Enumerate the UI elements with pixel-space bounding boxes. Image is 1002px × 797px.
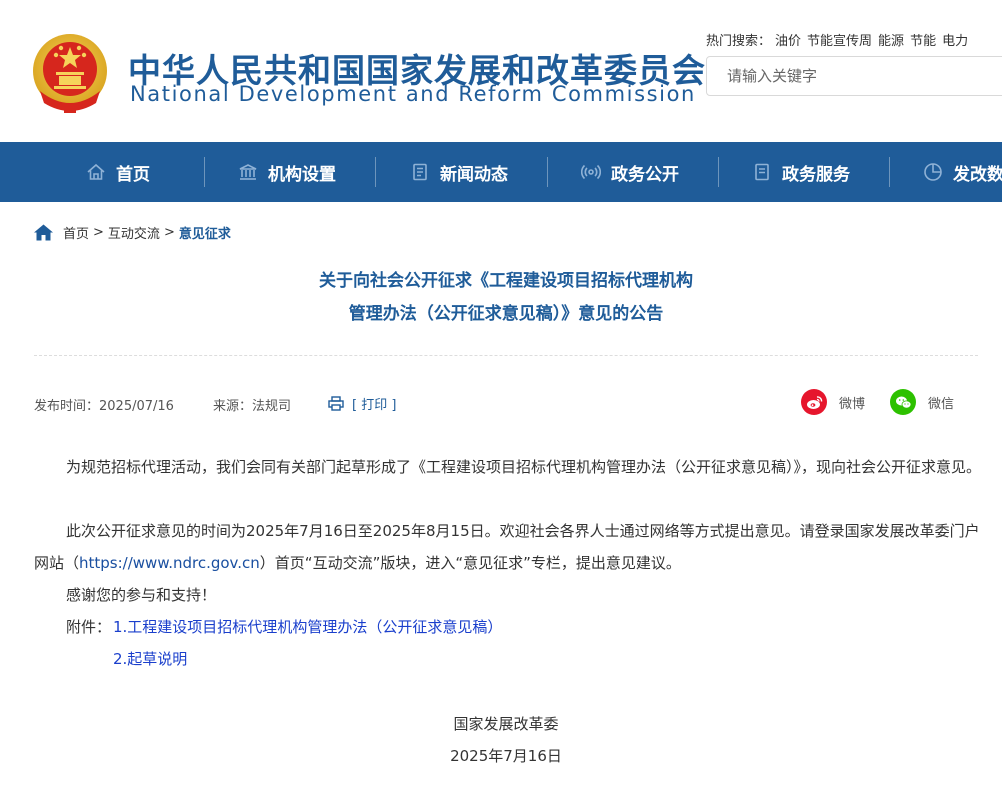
nav-label-gov-service: 政务服务 (782, 164, 850, 185)
wechat-icon (890, 389, 916, 415)
nav-label-home: 首页 (116, 164, 150, 185)
publish-time: 发布时间：2025/07/16 (34, 399, 174, 414)
paragraph-3-text: 感谢您的参与和支持！ (66, 586, 217, 604)
breadcrumb-current[interactable]: 意见征求 (179, 223, 231, 242)
hot-search-item-power[interactable]: 电力 (942, 34, 968, 49)
nav-separator (718, 157, 719, 187)
main-nav: 首页 机构设置 新闻动态 政务公开 政务服务 发改数据 (0, 142, 1002, 202)
title-divider (34, 355, 978, 356)
pie-chart-icon (924, 163, 942, 181)
hot-search-label: 热门搜索： (706, 34, 772, 49)
article-title-line1: 关于向社会公开征求《工程建设项目招标代理机构 (319, 271, 693, 291)
breadcrumb-home[interactable]: 首页 (63, 223, 89, 242)
institution-icon (239, 164, 257, 180)
nav-separator (889, 157, 890, 187)
national-emblem-icon[interactable] (30, 33, 110, 115)
article-paragraph-1: 为规范招标代理活动，我们会同有关部门起草形成了《工程建设项目招标代理机构管理办法… (34, 451, 984, 483)
hot-search-bar: 热门搜索： 油价 节能宣传周 能源 节能 电力 (706, 30, 974, 49)
site-header: 中华人民共和国国家发展和改革委员会 National Development a… (0, 0, 1002, 142)
hot-search-item-energy[interactable]: 能源 (878, 34, 904, 49)
article-source: 来源：法规司 (213, 399, 292, 414)
share-weibo-button[interactable]: 微博 (801, 389, 865, 415)
nav-item-institution[interactable]: 机构设置 (238, 142, 336, 202)
share-weibo-label: 微博 (839, 396, 866, 412)
print-label: [ 打印 ] (352, 398, 397, 413)
print-button[interactable]: [ 打印 ] (328, 394, 396, 413)
nav-label-gov-affairs: 政务公开 (611, 164, 679, 185)
document-icon (755, 163, 769, 181)
news-icon (413, 163, 427, 181)
home-icon[interactable] (34, 224, 53, 241)
paragraph-2-text-b: ）首页“互动交流”版块，进入“意见征求”专栏，提出意见建议。 (259, 554, 681, 572)
hot-search-item-energy-week[interactable]: 节能宣传周 (807, 34, 872, 49)
article-title-line2: 管理办法（公开征求意见稿）》意见的公告 (348, 304, 664, 324)
article-paragraph-2: 此次公开征求意见的时间为2025年7月16日至2025年8月15日。欢迎社会各界… (34, 515, 984, 579)
hot-search-item-oil-price[interactable]: 油价 (775, 34, 801, 49)
weibo-icon (801, 389, 827, 415)
attachment-link-2[interactable]: 2.起草说明 (113, 643, 187, 675)
nav-separator (547, 157, 548, 187)
nav-label-news: 新闻动态 (440, 164, 508, 185)
signer-name: 国家发展改革委 (453, 715, 559, 733)
search-box (706, 56, 1002, 96)
search-input[interactable] (707, 57, 1002, 95)
breadcrumb-separator: > (93, 224, 104, 240)
nav-item-news[interactable]: 新闻动态 (410, 142, 508, 202)
breadcrumb-interaction[interactable]: 互动交流 (108, 223, 160, 242)
article-paragraph-3: 感谢您的参与和支持！ (34, 579, 984, 611)
sign-date: 2025年7月16日 (450, 747, 562, 765)
broadcast-icon (581, 164, 601, 180)
nav-separator (204, 157, 205, 187)
nav-item-gov-service[interactable]: 政务服务 (752, 142, 850, 202)
attachment-label: 附件： (66, 618, 112, 636)
attachment-link-1[interactable]: 1.工程建设项目招标代理机构管理办法（公开征求意见稿） (113, 611, 502, 643)
breadcrumb-separator: > (163, 224, 175, 240)
nav-item-data[interactable]: 发改数据 (923, 142, 1002, 202)
paragraph-1-text: 为规范招标代理活动，我们会同有关部门起草形成了《工程建设项目招标代理机构管理办法… (66, 458, 982, 476)
ndrc-website-link[interactable]: https://www.ndrc.gov.cn (79, 554, 260, 572)
nav-label-data: 发改数据 (953, 164, 1002, 185)
site-title-en[interactable]: National Development and Reform Commissi… (130, 82, 696, 106)
nav-label-institution: 机构设置 (268, 164, 336, 185)
share-wechat-label: 微信 (928, 396, 955, 412)
nav-separator (375, 157, 376, 187)
hot-search-item-saving[interactable]: 节能 (910, 34, 936, 49)
nav-item-gov-affairs[interactable]: 政务公开 (581, 142, 679, 202)
share-wechat-button[interactable]: 微信 (890, 389, 954, 415)
home-icon (87, 163, 105, 180)
breadcrumb: 首页 > 互动交流 > 意见征求 (34, 222, 231, 242)
printer-icon (328, 396, 344, 411)
nav-item-home[interactable]: 首页 (86, 142, 150, 202)
